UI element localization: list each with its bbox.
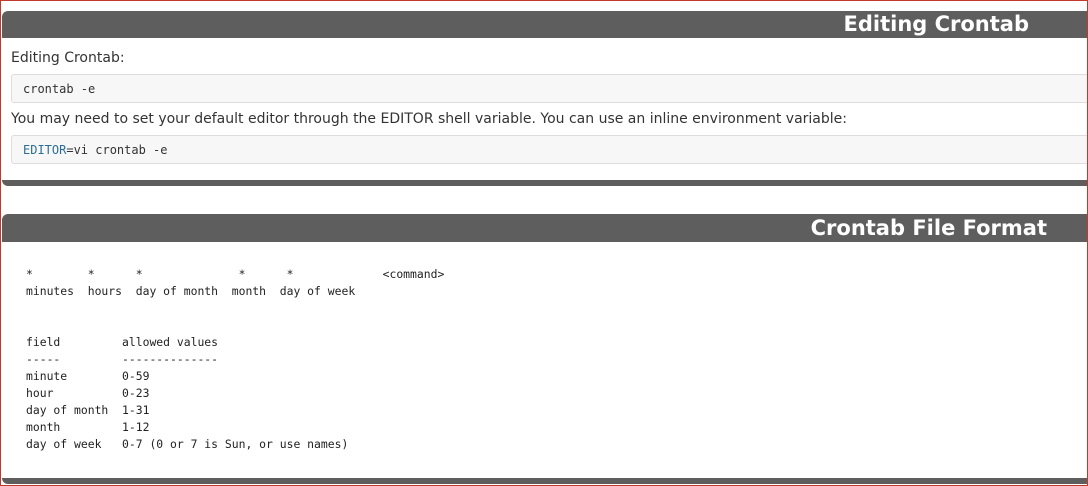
intro-text: Editing Crontab: — [11, 50, 125, 66]
crontab-file-format-section: Crontab File Format * * * * * <command> … — [2, 214, 1088, 484]
format-line-block: * * * * * <command> minutes hours day of… — [26, 267, 445, 298]
allowed-values-table: field allowed values ----- -------------… — [26, 335, 349, 451]
section-title: Editing Crontab — [2, 11, 1088, 38]
editor-note-text: You may need to set your default editor … — [11, 111, 847, 127]
code-block-editor-var[interactable]: EDITOR=vi crontab -e — [11, 135, 1088, 164]
env-variable-name: EDITOR — [23, 143, 67, 157]
section-footer-bar — [2, 478, 1088, 484]
code-block-crontab-e[interactable]: crontab -e — [11, 74, 1088, 103]
code-rest: =vi crontab -e — [66, 143, 168, 157]
section-title: Crontab File Format — [2, 214, 1088, 242]
section-footer-bar — [2, 180, 1088, 186]
section-body: Editing Crontab: crontab -e You may need… — [2, 38, 1088, 164]
editing-crontab-section: Editing Crontab Editing Crontab: crontab… — [2, 11, 1088, 186]
